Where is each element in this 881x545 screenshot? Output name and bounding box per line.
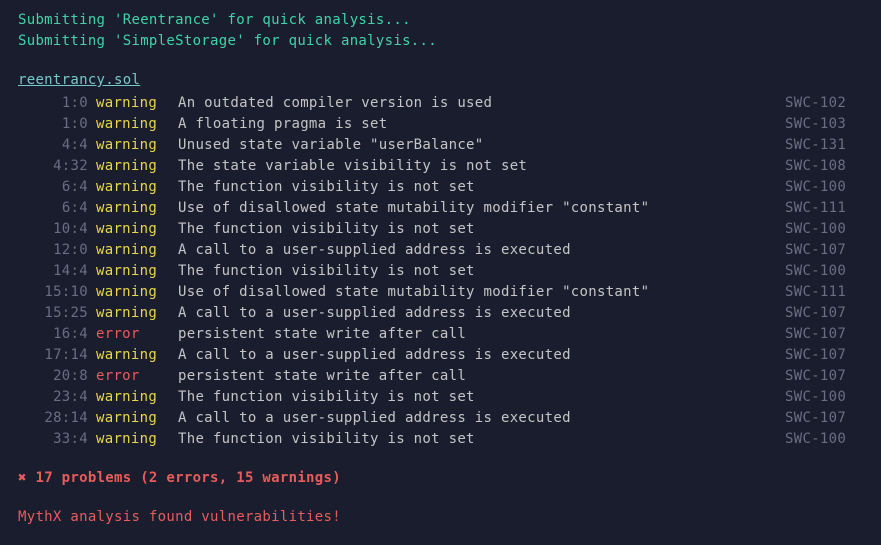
issue-message: Use of disallowed state mutability modif… — [174, 198, 785, 219]
issue-code: SWC-107 — [785, 408, 863, 429]
issue-severity: warning — [92, 93, 174, 114]
issue-location: 15:10 — [18, 282, 92, 303]
issue-message: Use of disallowed state mutability modif… — [174, 282, 785, 303]
issue-severity: warning — [92, 408, 174, 429]
issue-message: A call to a user-supplied address is exe… — [174, 408, 785, 429]
issue-row: 1:0warningAn outdated compiler version i… — [18, 93, 863, 114]
issue-row: 1:0warningA floating pragma is setSWC-10… — [18, 114, 863, 135]
issue-severity: warning — [92, 429, 174, 450]
issue-severity: warning — [92, 345, 174, 366]
issue-row: 6:4warningUse of disallowed state mutabi… — [18, 198, 863, 219]
issue-severity: warning — [92, 135, 174, 156]
issue-code: SWC-100 — [785, 219, 863, 240]
issue-severity: warning — [92, 114, 174, 135]
issue-location: 10:4 — [18, 219, 92, 240]
issue-severity: warning — [92, 198, 174, 219]
issue-row: 4:4warningUnused state variable "userBal… — [18, 135, 863, 156]
issue-code: SWC-107 — [785, 324, 863, 345]
terminal-output: Submitting 'Reentrance' for quick analys… — [18, 10, 863, 528]
issues-list: 1:0warningAn outdated compiler version i… — [18, 93, 863, 450]
issue-message: A call to a user-supplied address is exe… — [174, 303, 785, 324]
submission-line: Submitting 'Reentrance' for quick analys… — [18, 10, 863, 31]
issue-row: 15:25warningA call to a user-supplied ad… — [18, 303, 863, 324]
issue-code: SWC-108 — [785, 156, 863, 177]
issue-location: 1:0 — [18, 114, 92, 135]
issue-message: The function visibility is not set — [174, 429, 785, 450]
issue-location: 14:4 — [18, 261, 92, 282]
problems-summary: ✖ 17 problems (2 errors, 15 warnings) — [18, 468, 863, 489]
issue-location: 12:0 — [18, 240, 92, 261]
issue-code: SWC-100 — [785, 429, 863, 450]
issue-code: SWC-111 — [785, 282, 863, 303]
issue-row: 28:14warningA call to a user-supplied ad… — [18, 408, 863, 429]
issue-code: SWC-102 — [785, 93, 863, 114]
issue-message: persistent state write after call — [174, 366, 785, 387]
issue-location: 16:4 — [18, 324, 92, 345]
issue-severity: warning — [92, 387, 174, 408]
issue-location: 15:25 — [18, 303, 92, 324]
issue-row: 6:4warningThe function visibility is not… — [18, 177, 863, 198]
issue-code: SWC-131 — [785, 135, 863, 156]
filename-header: reentrancy.sol — [18, 70, 140, 91]
issue-code: SWC-107 — [785, 303, 863, 324]
issue-row: 10:4warningThe function visibility is no… — [18, 219, 863, 240]
issue-message: persistent state write after call — [174, 324, 785, 345]
issue-message: A floating pragma is set — [174, 114, 785, 135]
issue-code: SWC-107 — [785, 345, 863, 366]
issue-severity: warning — [92, 282, 174, 303]
issue-code: SWC-107 — [785, 240, 863, 261]
issue-row: 33:4warningThe function visibility is no… — [18, 429, 863, 450]
summary-text: 17 problems (2 errors, 15 warnings) — [27, 470, 341, 486]
submission-line: Submitting 'SimpleStorage' for quick ana… — [18, 31, 863, 52]
issue-severity: error — [92, 324, 174, 345]
issue-row: 4:32warningThe state variable visibility… — [18, 156, 863, 177]
issue-severity: warning — [92, 303, 174, 324]
issue-code: SWC-100 — [785, 387, 863, 408]
issue-severity: warning — [92, 261, 174, 282]
issue-location: 1:0 — [18, 93, 92, 114]
issue-row: 17:14warningA call to a user-supplied ad… — [18, 345, 863, 366]
issue-location: 6:4 — [18, 177, 92, 198]
issue-code: SWC-100 — [785, 177, 863, 198]
issue-row: 20:8errorpersistent state write after ca… — [18, 366, 863, 387]
analysis-footer: MythX analysis found vulnerabilities! — [18, 507, 863, 528]
submission-lines: Submitting 'Reentrance' for quick analys… — [18, 10, 863, 52]
issue-row: 16:4errorpersistent state write after ca… — [18, 324, 863, 345]
issue-message: The state variable visibility is not set — [174, 156, 785, 177]
issue-code: SWC-100 — [785, 261, 863, 282]
issue-code: SWC-111 — [785, 198, 863, 219]
issue-severity: warning — [92, 156, 174, 177]
issue-message: The function visibility is not set — [174, 177, 785, 198]
issue-message: The function visibility is not set — [174, 261, 785, 282]
issue-location: 23:4 — [18, 387, 92, 408]
issue-severity: warning — [92, 177, 174, 198]
issue-location: 33:4 — [18, 429, 92, 450]
issue-message: Unused state variable "userBalance" — [174, 135, 785, 156]
issue-row: 23:4warningThe function visibility is no… — [18, 387, 863, 408]
issue-severity: error — [92, 366, 174, 387]
issue-code: SWC-107 — [785, 366, 863, 387]
issue-code: SWC-103 — [785, 114, 863, 135]
issue-row: 15:10warningUse of disallowed state muta… — [18, 282, 863, 303]
issue-location: 17:14 — [18, 345, 92, 366]
issue-location: 6:4 — [18, 198, 92, 219]
issue-severity: warning — [92, 240, 174, 261]
issue-row: 12:0warningA call to a user-supplied add… — [18, 240, 863, 261]
issue-location: 4:32 — [18, 156, 92, 177]
issue-message: The function visibility is not set — [174, 219, 785, 240]
cross-icon: ✖ — [18, 470, 27, 486]
issue-location: 20:8 — [18, 366, 92, 387]
issue-location: 28:14 — [18, 408, 92, 429]
issue-message: An outdated compiler version is used — [174, 93, 785, 114]
issue-location: 4:4 — [18, 135, 92, 156]
issue-message: A call to a user-supplied address is exe… — [174, 345, 785, 366]
issue-severity: warning — [92, 219, 174, 240]
issue-row: 14:4warningThe function visibility is no… — [18, 261, 863, 282]
issue-message: A call to a user-supplied address is exe… — [174, 240, 785, 261]
issue-message: The function visibility is not set — [174, 387, 785, 408]
